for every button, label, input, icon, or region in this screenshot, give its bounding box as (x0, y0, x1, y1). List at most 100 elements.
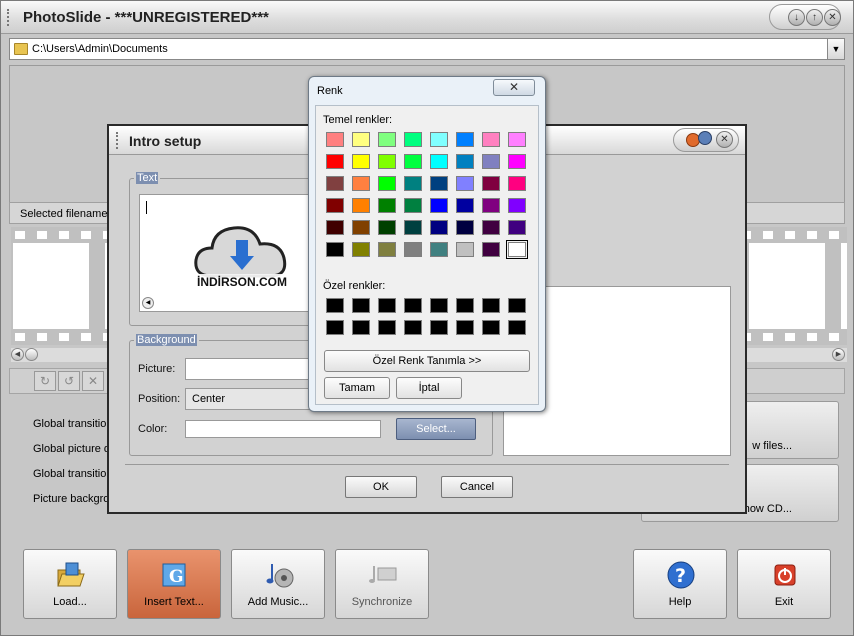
color-swatch[interactable] (430, 154, 448, 169)
color-swatch[interactable] (378, 298, 396, 313)
chevron-down-icon[interactable]: ▼ (827, 39, 844, 59)
color-swatch[interactable] (430, 132, 448, 147)
color-swatch[interactable] (378, 132, 396, 147)
color-field[interactable] (185, 420, 381, 438)
synchronize-button[interactable]: Synchronize (335, 549, 429, 619)
color-swatch[interactable] (378, 154, 396, 169)
color-swatch[interactable] (326, 242, 344, 257)
color-swatch[interactable] (430, 220, 448, 235)
title-bar[interactable]: PhotoSlide - ***UNREGISTERED*** ↓ ↑ ✕ (1, 1, 853, 34)
color-swatch[interactable] (378, 198, 396, 213)
color-swatch[interactable] (404, 320, 422, 335)
color-swatch[interactable] (508, 220, 526, 235)
cancel-button[interactable]: İptal (396, 377, 462, 399)
color-swatch[interactable] (508, 132, 526, 147)
color-swatch[interactable] (404, 198, 422, 213)
film-frame[interactable] (841, 243, 847, 329)
color-swatch[interactable] (352, 242, 370, 257)
color-swatch[interactable] (482, 198, 500, 213)
film-frame[interactable] (749, 243, 825, 329)
color-swatch[interactable] (482, 154, 500, 169)
scroll-right-icon[interactable]: ▶ (832, 348, 845, 361)
color-swatch[interactable] (378, 320, 396, 335)
color-swatch[interactable] (456, 176, 474, 191)
delete-icon[interactable]: ✕ (82, 371, 104, 391)
minimize-icon[interactable]: ↓ (788, 9, 805, 26)
color-swatch[interactable] (326, 154, 344, 169)
color-swatch[interactable] (378, 242, 396, 257)
define-custom-color-button[interactable]: Özel Renk Tanımla >> (324, 350, 530, 372)
color-swatch[interactable] (352, 132, 370, 147)
scroll-left-icon[interactable]: ◀ (11, 348, 24, 361)
color-swatch[interactable] (508, 320, 526, 335)
color-swatch[interactable] (404, 242, 422, 257)
maximize-icon[interactable]: ↑ (806, 9, 823, 26)
close-icon[interactable]: ✕ (493, 79, 535, 96)
color-swatch[interactable] (404, 132, 422, 147)
film-frame[interactable] (13, 243, 89, 329)
color-swatch[interactable] (482, 220, 500, 235)
path-combobox[interactable]: C:\Users\Admin\Documents ▼ (9, 38, 845, 60)
color-swatch[interactable] (456, 132, 474, 147)
color-swatch[interactable] (404, 220, 422, 235)
color-swatch[interactable] (352, 298, 370, 313)
color-swatch[interactable] (430, 176, 448, 191)
color-swatch[interactable] (456, 320, 474, 335)
color-swatch[interactable] (326, 320, 344, 335)
color-swatch[interactable] (456, 198, 474, 213)
scroll-thumb[interactable] (25, 348, 38, 361)
color-swatch[interactable] (378, 176, 396, 191)
color-swatch[interactable] (378, 220, 396, 235)
color-swatch[interactable] (430, 320, 448, 335)
color-swatch[interactable] (430, 242, 448, 257)
color-swatch[interactable] (326, 132, 344, 147)
rotate-right-icon[interactable]: ↻ (34, 371, 56, 391)
color-swatch[interactable] (456, 242, 474, 257)
color-swatch[interactable] (482, 132, 500, 147)
color-swatch[interactable] (456, 298, 474, 313)
select-color-button[interactable]: Select... (396, 418, 476, 440)
color-swatch[interactable] (506, 240, 528, 259)
color-swatch[interactable] (404, 298, 422, 313)
color-swatch[interactable] (352, 220, 370, 235)
rotate-left-icon[interactable]: ↺ (58, 371, 80, 391)
color-swatch[interactable] (326, 298, 344, 313)
color-swatch[interactable] (430, 198, 448, 213)
color-swatch[interactable] (482, 176, 500, 191)
color-swatch[interactable] (352, 176, 370, 191)
color-swatch[interactable] (482, 320, 500, 335)
color-swatch[interactable] (482, 298, 500, 313)
picture-field[interactable] (185, 358, 313, 380)
color-swatch[interactable] (508, 176, 526, 191)
color-swatch[interactable] (326, 198, 344, 213)
close-icon[interactable]: ✕ (824, 9, 841, 26)
help-button[interactable]: ? Help (633, 549, 727, 619)
color-swatch[interactable] (482, 242, 500, 257)
insert-text-button[interactable]: G Insert Text... (127, 549, 221, 619)
film-hole (763, 231, 773, 239)
color-swatch[interactable] (352, 154, 370, 169)
help-label: Help (668, 596, 692, 608)
load-button[interactable]: Load... (23, 549, 117, 619)
color-swatch[interactable] (404, 154, 422, 169)
color-swatch[interactable] (404, 176, 422, 191)
color-swatch[interactable] (508, 198, 526, 213)
scroll-left-icon[interactable]: ◀ (142, 297, 154, 309)
ok-button[interactable]: Tamam (324, 377, 390, 399)
position-select[interactable]: Center (185, 388, 313, 410)
color-swatch[interactable] (326, 176, 344, 191)
color-swatch[interactable] (508, 298, 526, 313)
close-icon[interactable]: ✕ (716, 131, 733, 148)
blue-orb-icon (698, 131, 712, 145)
add-music-button[interactable]: Add Music... (231, 549, 325, 619)
color-swatch[interactable] (352, 198, 370, 213)
cancel-button[interactable]: Cancel (441, 476, 513, 498)
color-swatch[interactable] (326, 220, 344, 235)
color-swatch[interactable] (352, 320, 370, 335)
color-swatch[interactable] (456, 220, 474, 235)
exit-button[interactable]: Exit (737, 549, 831, 619)
ok-button[interactable]: OK (345, 476, 417, 498)
color-swatch[interactable] (430, 298, 448, 313)
color-swatch[interactable] (508, 154, 526, 169)
color-swatch[interactable] (456, 154, 474, 169)
